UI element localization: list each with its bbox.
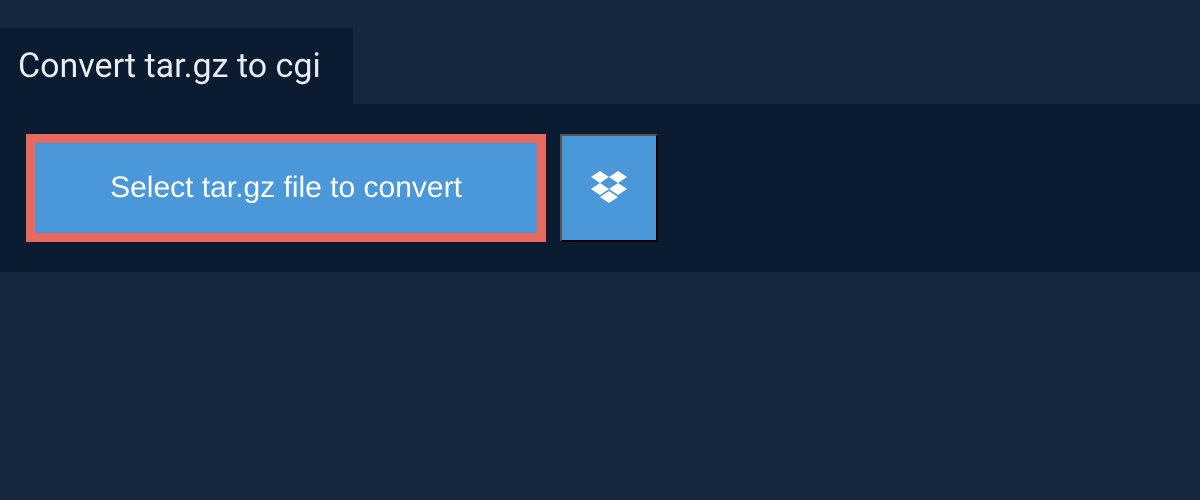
dropbox-icon	[591, 171, 627, 206]
dropbox-button[interactable]	[560, 134, 658, 242]
select-file-label: Select tar.gz file to convert	[110, 171, 462, 205]
button-row: Select tar.gz file to convert	[26, 134, 1174, 242]
page-title: Convert tar.gz to cgi	[18, 46, 321, 86]
header-tab: Convert tar.gz to cgi	[0, 28, 353, 104]
select-file-button[interactable]: Select tar.gz file to convert	[26, 134, 546, 242]
file-select-panel: Select tar.gz file to convert	[0, 104, 1200, 272]
